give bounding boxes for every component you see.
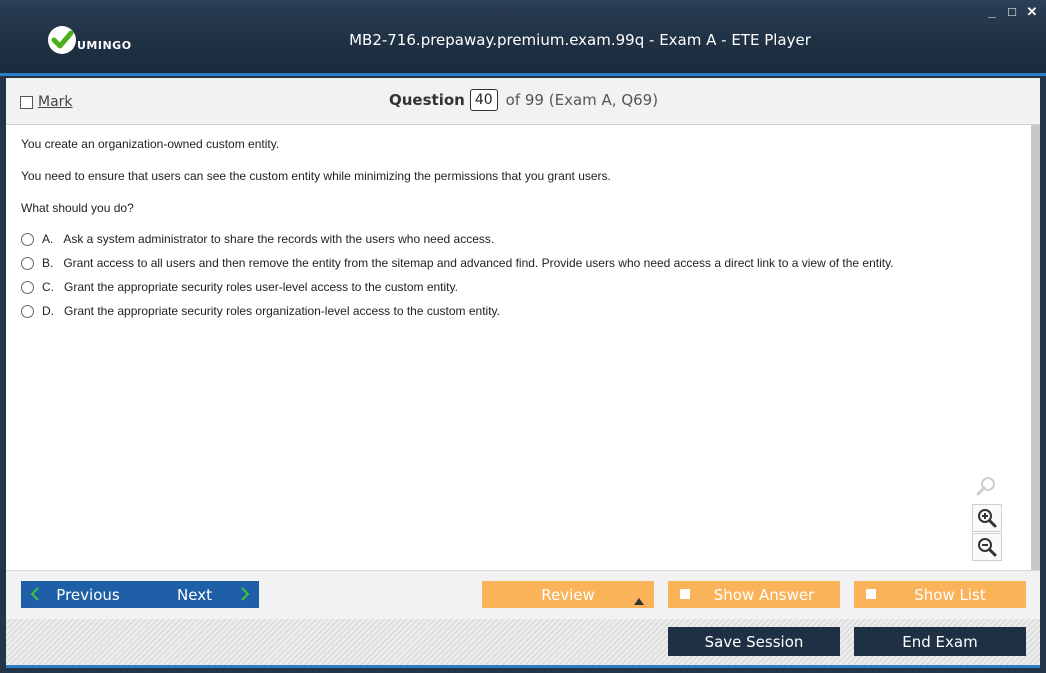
question-paragraph: You need to ensure that users can see th… — [21, 169, 611, 183]
mark-label: Mark — [38, 94, 73, 110]
option-letter: B. — [42, 256, 54, 270]
question-paragraph: What should you do? — [21, 201, 134, 215]
radio-button[interactable] — [21, 280, 34, 294]
show-list-label: Show List — [914, 585, 986, 604]
radio-button[interactable] — [21, 304, 34, 318]
minimize-icon[interactable]: _ — [986, 5, 998, 19]
end-exam-label: End Exam — [902, 632, 978, 651]
question-label: Question — [389, 91, 465, 109]
previous-button[interactable]: Previous — [21, 581, 145, 608]
question-number-input[interactable]: 40 — [469, 89, 498, 111]
close-icon[interactable]: ✕ — [1026, 5, 1038, 19]
end-exam-button[interactable]: End Exam — [854, 627, 1026, 656]
show-answer-button[interactable]: Show Answer — [668, 581, 840, 608]
chevron-right-icon — [239, 585, 251, 607]
save-session-button[interactable]: Save Session — [668, 627, 840, 656]
title-accent-line — [0, 73, 1046, 76]
footer-bar: Save Session End Exam — [6, 619, 1040, 665]
option-text: Grant the appropriate security roles use… — [64, 280, 458, 294]
previous-label: Previous — [56, 585, 120, 604]
next-button[interactable]: Next — [144, 581, 259, 608]
radio-button[interactable] — [21, 256, 34, 270]
option-text: Grant access to all users and then remov… — [63, 256, 894, 270]
answer-option-a[interactable]: A. Ask a system administrator to share t… — [21, 232, 494, 246]
next-label: Next — [177, 585, 212, 604]
navigation-bar: Previous Next Review Show Answer Show Li… — [6, 570, 1040, 619]
option-letter: D. — [42, 304, 54, 318]
radio-button[interactable] — [21, 232, 34, 246]
show-answer-checkbox[interactable] — [680, 589, 690, 599]
question-content: You create an organization-owned custom … — [6, 125, 1031, 570]
option-letter: C. — [42, 280, 54, 294]
option-text: Grant the appropriate security roles org… — [64, 304, 500, 318]
caret-up-icon — [634, 591, 644, 609]
answer-option-d[interactable]: D. Grant the appropriate security roles … — [21, 304, 500, 318]
title-bar: UMINGO MB2-716.prepaway.premium.exam.99q… — [0, 0, 1046, 76]
zoom-out-icon[interactable] — [972, 533, 1002, 561]
show-answer-label: Show Answer — [713, 585, 815, 604]
window-controls: _ □ ✕ — [986, 5, 1038, 19]
show-list-button[interactable]: Show List — [854, 581, 1026, 608]
question-of-label: of 99 (Exam A, Q69) — [505, 91, 659, 109]
zoom-in-icon[interactable] — [972, 504, 1002, 532]
review-button[interactable]: Review — [482, 581, 654, 608]
question-header: Mark Question 40 of 99 (Exam A, Q69) — [6, 78, 1040, 125]
answer-option-c[interactable]: C. Grant the appropriate security roles … — [21, 280, 458, 294]
option-letter: A. — [42, 232, 54, 246]
vertical-scrollbar[interactable] — [1031, 125, 1040, 570]
chevron-left-icon — [29, 585, 41, 607]
show-list-checkbox[interactable] — [866, 589, 876, 599]
answer-option-b[interactable]: B. Grant access to all users and then re… — [21, 256, 894, 270]
footer-accent-line — [6, 665, 1040, 668]
mark-checkbox-box[interactable] — [20, 95, 33, 109]
option-text: Ask a system administrator to share the … — [63, 232, 495, 246]
question-counter: Question 40 of 99 (Exam A, Q69) — [389, 89, 658, 111]
mark-checkbox[interactable]: Mark — [20, 94, 73, 110]
search-icon[interactable] — [972, 473, 1000, 499]
question-paragraph: You create an organization-owned custom … — [21, 137, 280, 151]
maximize-icon[interactable]: □ — [1006, 5, 1018, 19]
window-title: MB2-716.prepaway.premium.exam.99q - Exam… — [349, 31, 811, 49]
review-label: Review — [541, 585, 595, 604]
save-session-label: Save Session — [704, 632, 804, 651]
